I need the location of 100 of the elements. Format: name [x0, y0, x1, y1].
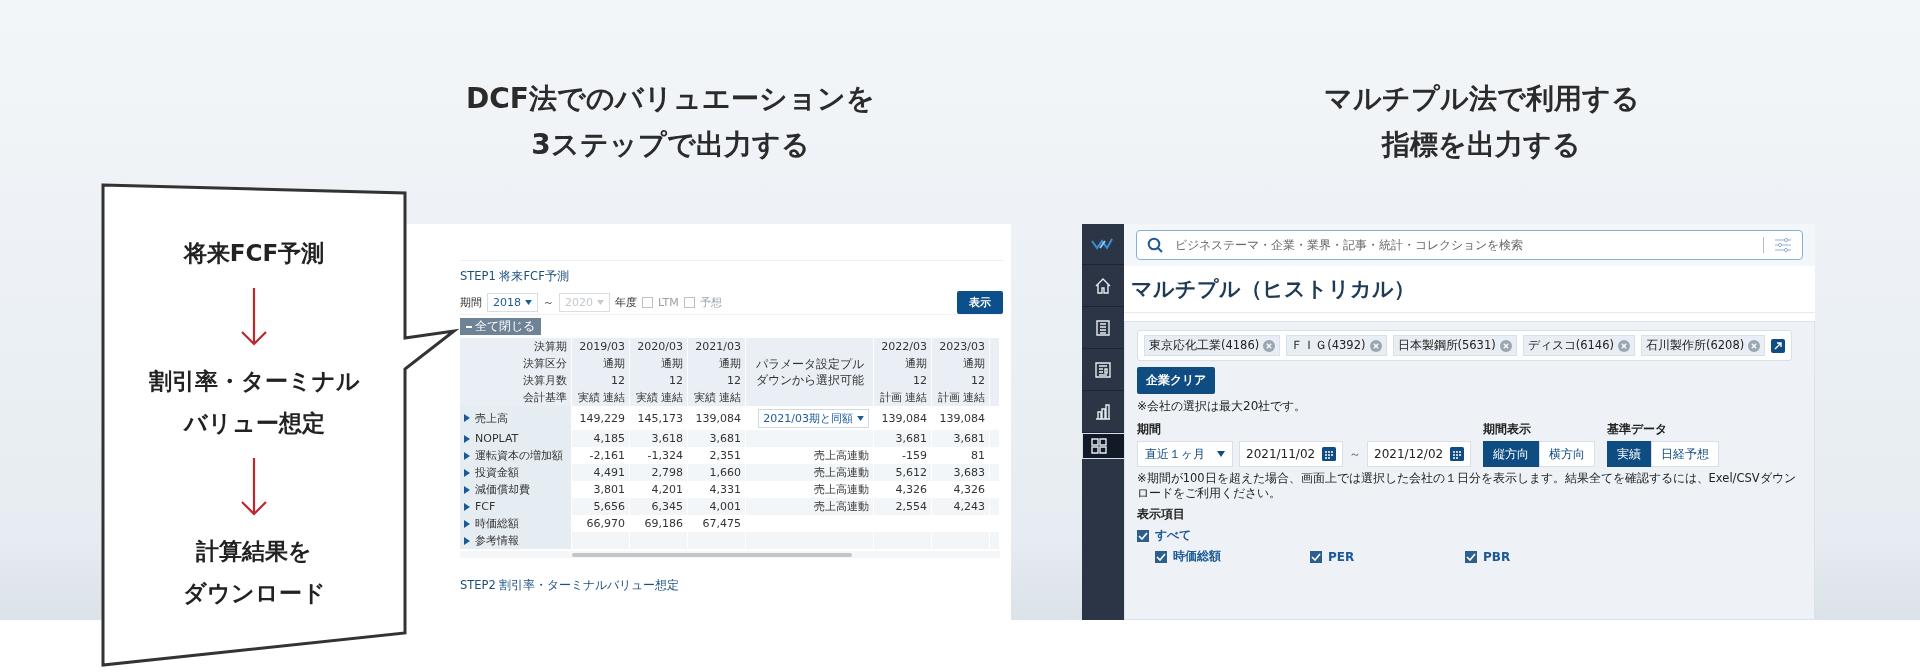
table-cell: 売上高連動: [814, 483, 869, 496]
row-toggle[interactable]: 参考情報: [460, 532, 572, 549]
caret-icon: [857, 415, 864, 421]
down-arrow-icon: [240, 458, 268, 516]
segment-button[interactable]: 実績: [1607, 441, 1651, 467]
caret-icon: [1217, 451, 1225, 457]
date-field[interactable]: 2021/11/02: [1239, 441, 1343, 467]
row-toggle[interactable]: 減価償却費: [460, 481, 572, 498]
table-cell: 3,683: [953, 466, 985, 479]
unit-label: 年度: [615, 294, 637, 310]
grid-icon: [1090, 437, 1108, 455]
checkbox[interactable]: [1155, 550, 1167, 563]
table-cell: 3,618: [651, 432, 683, 445]
table-header-cell: 2023/03: [932, 338, 990, 355]
period-select[interactable]: 直近１ヶ月: [1137, 441, 1233, 467]
row-toggle[interactable]: 投資金額: [460, 464, 572, 481]
row-toggle[interactable]: 時価総額: [460, 515, 572, 532]
newspaper-icon: [1094, 360, 1112, 379]
table-cell: 5,612: [895, 466, 927, 479]
checkbox-label: すべて: [1155, 527, 1191, 544]
external-link-icon[interactable]: [1771, 338, 1786, 353]
table-cell: 4,001: [709, 500, 741, 513]
table-cell: 69,186: [644, 517, 683, 530]
segment-button[interactable]: 日経予想: [1651, 441, 1719, 467]
table-header-cell: 実績 連結: [630, 389, 688, 406]
home-icon: [1094, 276, 1112, 295]
table-cell: 145,173: [637, 411, 683, 425]
company-chip[interactable]: ディスコ(6146): [1522, 335, 1635, 356]
page-title: マルチプル（ヒストリカル）: [1131, 276, 1415, 303]
bar-chart-icon: [1094, 402, 1112, 421]
segment-button[interactable]: 横方向: [1539, 441, 1595, 467]
search-bar[interactable]: ビジネステーマ・企業・業界・記事・統計・コレクションを検索: [1136, 230, 1803, 260]
step-text: 将来FCF予測: [183, 239, 325, 268]
table-header-cell: 会計基準: [460, 389, 572, 406]
section-heading: DCF法でのバリュエーションを 3ステップで出力する: [465, 81, 876, 163]
clear-companies-button[interactable]: 企業クリア: [1137, 367, 1215, 394]
caret-icon: [525, 299, 532, 305]
field-label: 表示項目: [1137, 506, 1186, 523]
table-cell: 3,681: [709, 432, 741, 445]
date-field[interactable]: 2021/12/02: [1367, 441, 1471, 467]
caret-icon: [597, 299, 604, 305]
table-cell: 売上高連動: [814, 500, 869, 513]
table-header-cell: 通期: [874, 355, 932, 372]
checkbox[interactable]: [1137, 529, 1149, 542]
collapse-all-button[interactable]: 全て閉じる: [460, 318, 541, 335]
step-text: 計算結果を ダウンロード: [182, 537, 326, 608]
note-text: ※会社の選択は最大20社です。: [1137, 398, 1308, 415]
parameter-select[interactable]: 2021/03期と同額: [758, 408, 869, 428]
checkbox-label: PER: [1328, 549, 1355, 564]
row-toggle[interactable]: 運転資本の増加額: [460, 447, 572, 464]
table-cell: 3,681: [895, 432, 927, 445]
section-heading: マルチプル法で利用する 指標を出力する: [1322, 81, 1641, 163]
table-header-cell: 決算期: [460, 338, 572, 355]
scrollbar-thumb[interactable]: [572, 553, 852, 557]
checkbox[interactable]: [1465, 550, 1477, 563]
company-chip[interactable]: 日本製鋼所(5631): [1392, 335, 1517, 356]
table-header-cell: 実績 連結: [688, 389, 746, 406]
expand-icon: [464, 414, 470, 422]
table-cell: 3,801: [593, 483, 625, 496]
table-cell: 2,798: [651, 466, 683, 479]
row-toggle[interactable]: FCF: [460, 498, 572, 515]
segment-button[interactable]: 縦方向: [1483, 441, 1539, 467]
table-header-cell: 計画 連結: [932, 389, 990, 406]
checkbox-label: 時価総額: [1173, 548, 1221, 565]
company-chip[interactable]: 石川製作所(6208): [1641, 335, 1766, 356]
checkbox[interactable]: [642, 296, 653, 308]
table-cell: 4,185: [593, 432, 625, 445]
table-cell: -2,161: [589, 449, 625, 462]
table-header-cell: 決算区分: [460, 355, 572, 372]
checkbox[interactable]: [683, 296, 695, 308]
table-cell: 1,660: [709, 466, 741, 479]
company-chip[interactable]: 東京応化工業(4186): [1144, 335, 1281, 356]
table-cell: 67,475: [702, 517, 741, 530]
table-cell: 139,084: [695, 411, 741, 425]
table-cell: 売上高連動: [814, 449, 869, 462]
field-label: 期間表示: [1483, 421, 1532, 438]
company-chip[interactable]: ＦＩＧ(4392): [1286, 335, 1387, 356]
down-arrow-icon: [240, 288, 268, 346]
table-header-cell: 計画 連結: [874, 389, 932, 406]
calendar-icon: [1322, 447, 1336, 461]
table-header-cell: 12: [688, 372, 746, 389]
range-separator: ～: [1349, 445, 1361, 463]
search-icon: [1147, 237, 1163, 253]
table-cell: 2,351: [709, 449, 741, 462]
document-icon: [1094, 318, 1112, 337]
note-text: ※期間が100日を超えた場合、画面上では選択した会社の１日分を表示します。結果全てを確認するには、Exel/CSVダウンロードをご利用ください。: [1137, 471, 1797, 501]
row-toggle[interactable]: NOPLAT: [460, 430, 572, 447]
table-header-cell: 実績 連結: [572, 389, 630, 406]
year-select[interactable]: 2018: [487, 292, 538, 312]
table-cell: 4,201: [651, 483, 683, 496]
table-header-cell: 12: [874, 372, 932, 389]
checkbox[interactable]: [1310, 550, 1322, 563]
table-cell: 139,084: [939, 411, 985, 425]
table-header-cell: 通期: [688, 355, 746, 372]
show-button[interactable]: 表示: [957, 290, 1003, 314]
row-toggle[interactable]: 売上高: [460, 406, 572, 430]
table-header-cell: 12: [630, 372, 688, 389]
checkbox-label: PBR: [1483, 549, 1511, 564]
calendar-icon: [1450, 447, 1464, 461]
table-header-cell: 通期: [572, 355, 630, 372]
